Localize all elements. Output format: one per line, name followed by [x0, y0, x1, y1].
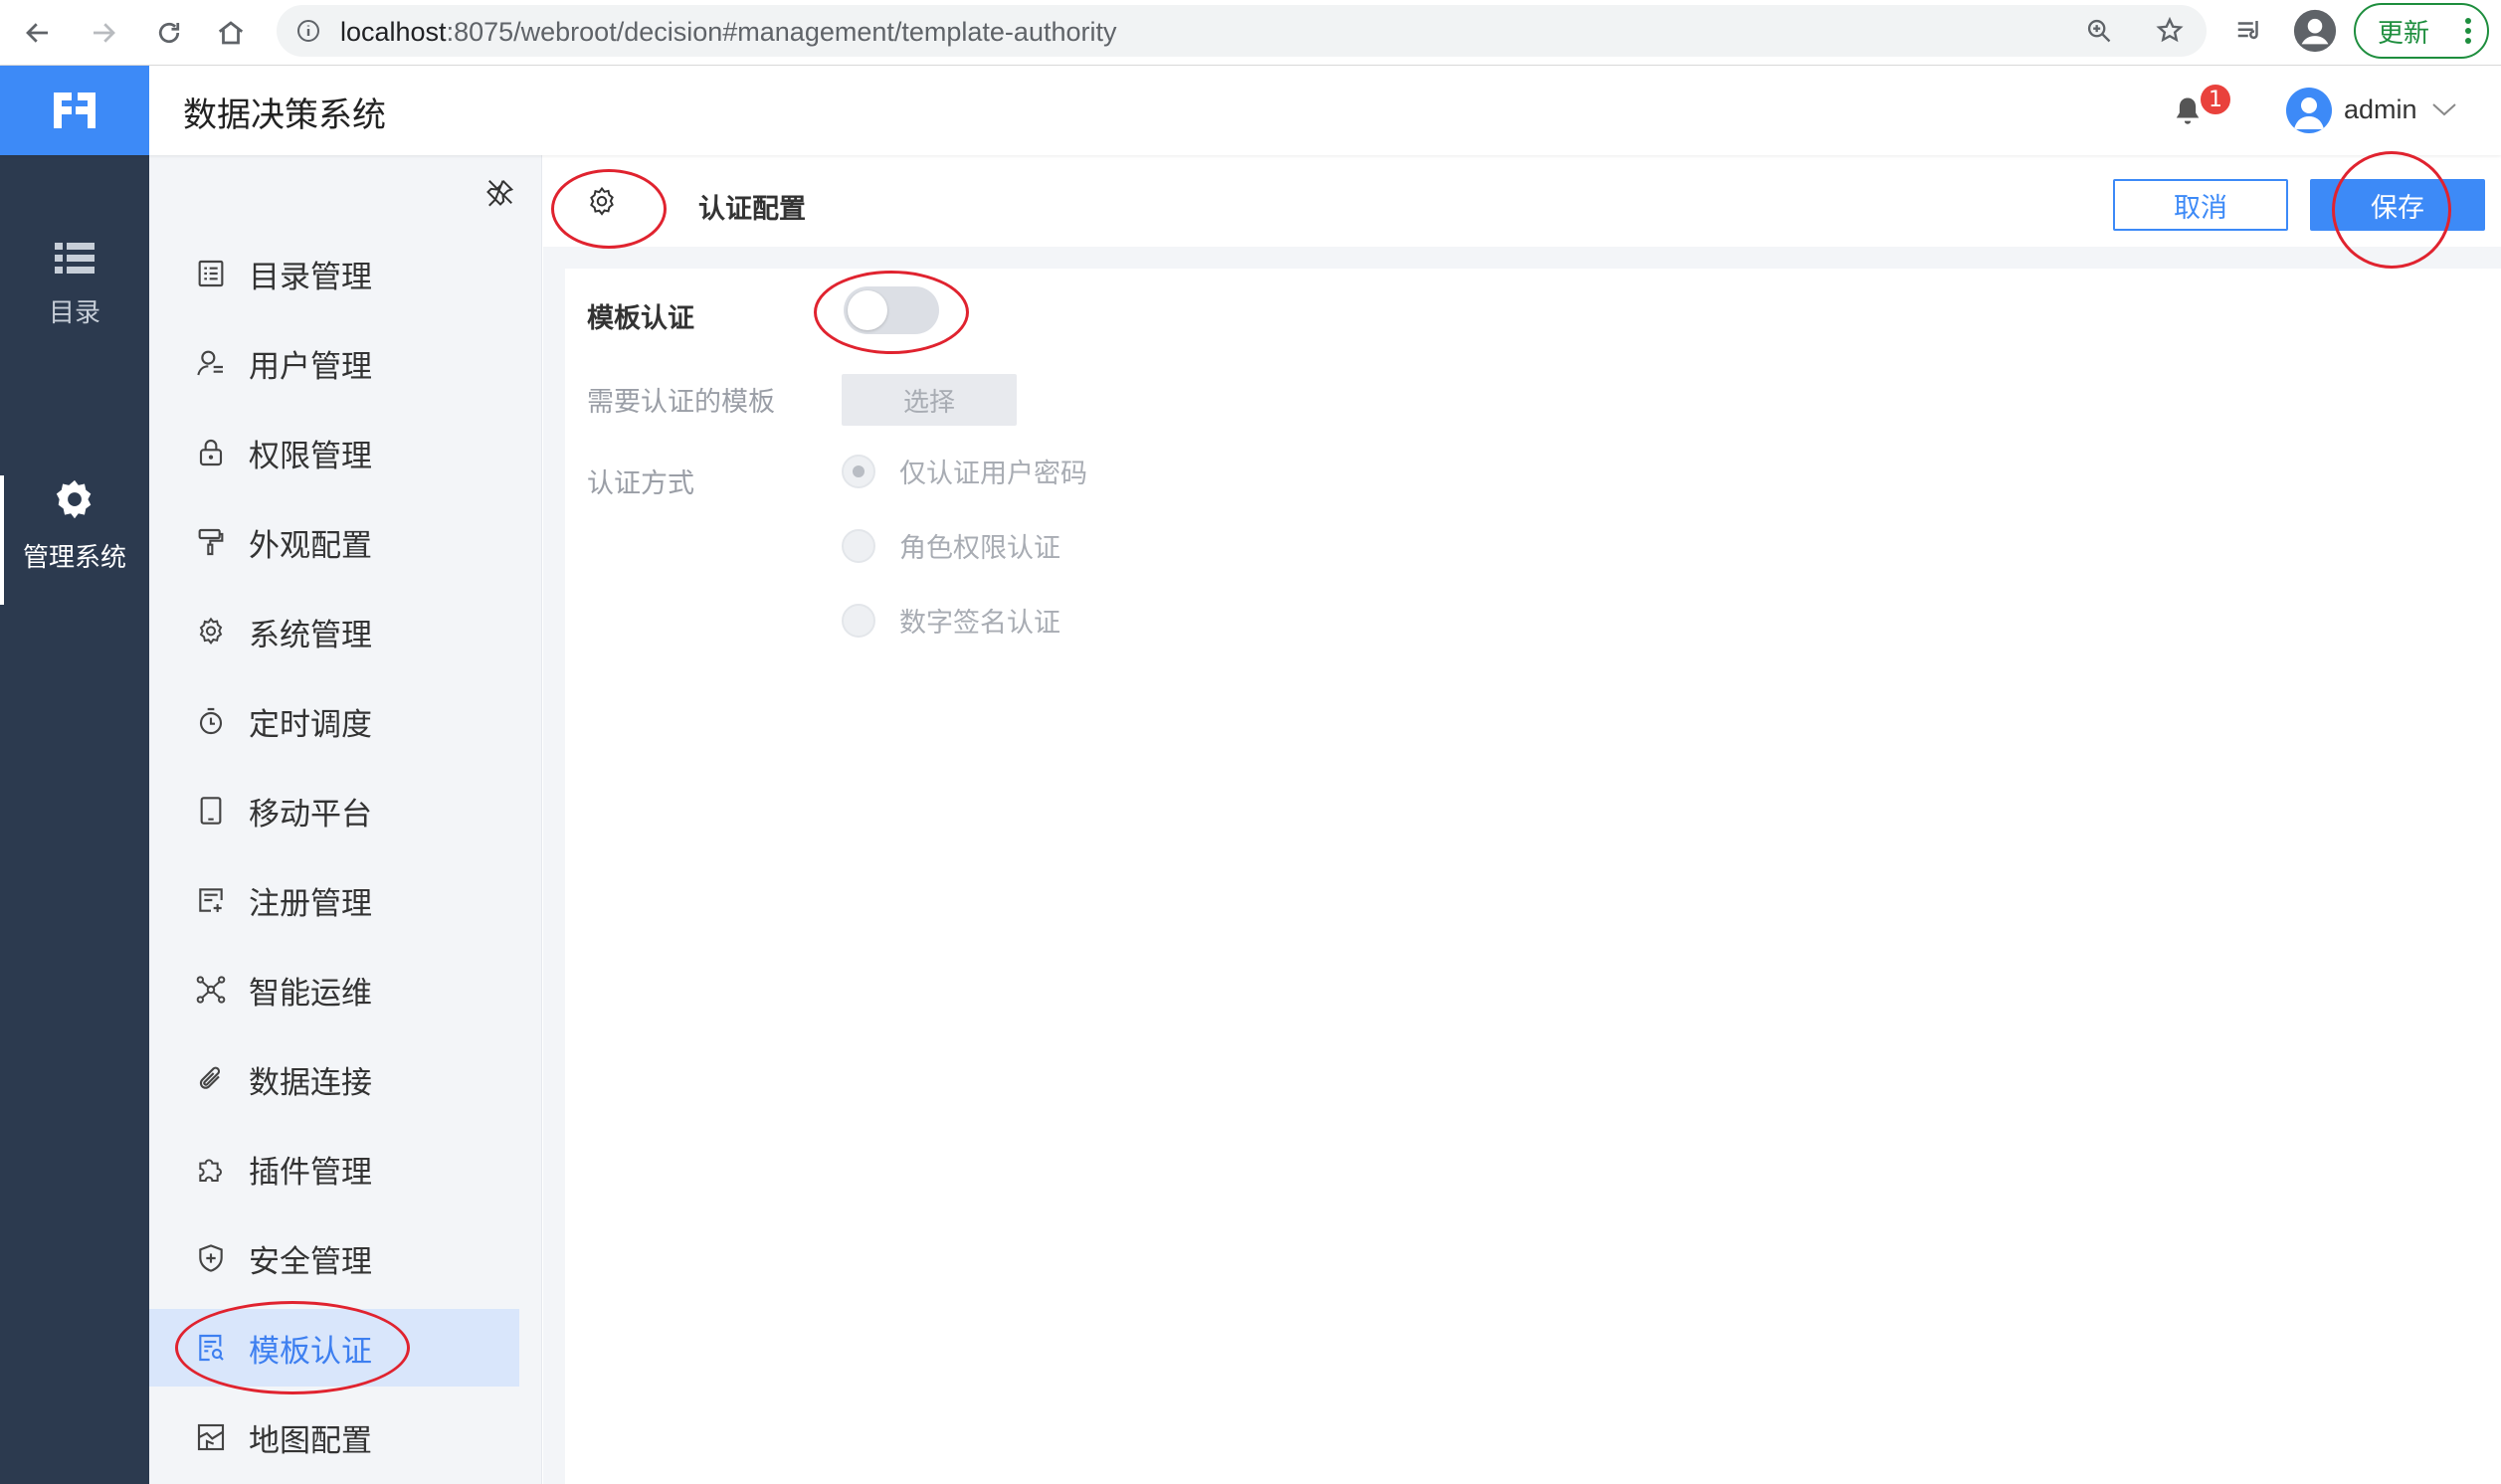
user-icon	[193, 345, 229, 381]
timer-icon	[193, 703, 229, 739]
radio-button[interactable]	[842, 528, 875, 563]
sidebar-item-label: 地图配置	[249, 1422, 372, 1459]
url-path: :8075/webroot/decision#management/templa…	[446, 17, 1117, 47]
sidebar-item-appearance[interactable]: 外观配置	[149, 503, 519, 581]
zoom-icon[interactable]	[2085, 17, 2113, 45]
sidebar-item-schedule[interactable]: 定时调度	[149, 682, 519, 760]
app-title: 数据决策系统	[183, 95, 386, 135]
sidebar-item-data-connection[interactable]: 数据连接	[149, 1040, 519, 1118]
radio-button[interactable]	[842, 454, 875, 488]
update-button[interactable]: 更新	[2354, 3, 2489, 59]
unpin-icon[interactable]	[485, 177, 515, 207]
logo-icon	[54, 93, 96, 128]
reload-icon[interactable]	[149, 13, 189, 53]
radio-label: 数字签名认证	[899, 608, 1060, 639]
content-toolbar: 认证配置 取消 保存	[543, 155, 2501, 247]
sidebar-item-system[interactable]: 系统管理	[149, 593, 519, 670]
media-queue-icon[interactable]	[2232, 16, 2266, 46]
sidebar: 目录管理 用户管理 权限管理 外观配置 系统管理 定时调度 移动平台 注册管理 …	[149, 155, 542, 1484]
home-icon[interactable]	[211, 13, 251, 53]
settings-panel: 模板认证 需要认证的模板 选择 认证方式 仅认证用户密码 角色权限认证 数字签名…	[565, 269, 2501, 1484]
sidebar-item-security[interactable]: 安全管理	[149, 1219, 519, 1297]
gear-icon	[56, 479, 92, 519]
main-content: 认证配置 取消 保存 模板认证 需要认证的模板 选择 认证方式 仅认证用户密码 …	[543, 155, 2501, 1484]
lock-icon	[193, 435, 229, 470]
info-icon[interactable]	[296, 19, 320, 43]
browser-toolbar: localhost:8075/webroot/decision#manageme…	[0, 0, 2501, 66]
paint-roller-icon	[193, 524, 229, 560]
notification-badge: 1	[2199, 83, 2232, 116]
shield-icon	[193, 1240, 229, 1276]
url-text: localhost:8075/webroot/decision#manageme…	[340, 17, 1116, 48]
sidebar-item-label: 外观配置	[249, 527, 372, 564]
template-auth-label: 模板认证	[587, 303, 694, 334]
catalog-icon	[193, 256, 229, 291]
sidebar-item-label: 系统管理	[249, 617, 372, 653]
sidebar-item-template-auth[interactable]: 模板认证	[149, 1309, 519, 1387]
register-icon	[193, 882, 229, 918]
auth-method-label: 认证方式	[587, 468, 694, 499]
profile-icon[interactable]	[2292, 8, 2338, 54]
toggle-knob	[848, 290, 887, 330]
rail-label: 管理系统	[22, 543, 126, 573]
sidebar-item-label: 用户管理	[249, 348, 372, 385]
tablet-icon	[193, 793, 229, 829]
chevron-down-icon[interactable]	[2431, 101, 2457, 117]
network-icon	[193, 972, 229, 1008]
sidebar-item-catalog[interactable]: 目录管理	[149, 235, 519, 312]
app-logo[interactable]	[0, 66, 149, 155]
bookmark-star-icon[interactable]	[2155, 16, 2185, 46]
template-auth-toggle[interactable]	[844, 286, 939, 334]
settings-gear-icon	[590, 186, 614, 216]
gear-icon	[193, 614, 229, 649]
primary-rail: 目录 管理系统	[0, 155, 149, 1484]
radio-button[interactable]	[842, 603, 875, 638]
user-name[interactable]: admin	[2344, 94, 2417, 125]
sidebar-item-registration[interactable]: 注册管理	[149, 861, 519, 939]
cancel-button[interactable]: 取消	[2113, 179, 2288, 231]
templates-label: 需要认证的模板	[587, 387, 775, 418]
sidebar-item-label: 智能运维	[249, 975, 372, 1012]
url-host: localhost	[340, 17, 447, 47]
sidebar-item-label: 注册管理	[249, 885, 372, 922]
rail-item-catalog[interactable]: 目录	[0, 239, 149, 329]
back-icon[interactable]	[18, 13, 58, 53]
app-header: 数据决策系统 1 admin	[0, 66, 2501, 155]
sidebar-item-label: 安全管理	[249, 1243, 372, 1280]
auth-method-password[interactable]: 仅认证用户密码	[842, 452, 1087, 490]
sidebar-item-label: 模板认证	[249, 1333, 372, 1370]
rail-label: 目录	[48, 298, 100, 328]
sidebar-item-users[interactable]: 用户管理	[149, 324, 519, 402]
paperclip-icon	[193, 1061, 229, 1097]
auth-method-role[interactable]: 角色权限认证	[842, 526, 1060, 565]
map-icon	[193, 1419, 229, 1455]
sidebar-item-label: 插件管理	[249, 1154, 372, 1191]
sidebar-item-ops[interactable]: 智能运维	[149, 951, 519, 1028]
more-vert-icon	[2465, 18, 2471, 48]
sidebar-item-mobile[interactable]: 移动平台	[149, 772, 519, 849]
address-bar[interactable]: localhost:8075/webroot/decision#manageme…	[277, 5, 2207, 57]
save-button[interactable]: 保存	[2310, 179, 2485, 231]
sidebar-item-label: 权限管理	[249, 438, 372, 474]
page-title: 认证配置	[698, 194, 806, 225]
update-label: 更新	[2378, 18, 2430, 49]
radio-label: 仅认证用户密码	[899, 459, 1087, 489]
user-avatar-icon	[2294, 97, 2324, 129]
sidebar-item-label: 定时调度	[249, 706, 372, 743]
sidebar-item-plugins[interactable]: 插件管理	[149, 1130, 519, 1207]
puzzle-icon	[193, 1151, 229, 1187]
list-icon	[55, 243, 95, 274]
template-auth-icon	[193, 1330, 229, 1366]
auth-method-signature[interactable]: 数字签名认证	[842, 601, 1060, 640]
sidebar-item-label: 移动平台	[249, 796, 372, 833]
sidebar-item-map[interactable]: 地图配置	[149, 1398, 519, 1476]
forward-icon[interactable]	[84, 13, 123, 53]
sidebar-item-label: 目录管理	[249, 259, 372, 295]
avatar[interactable]	[2286, 88, 2332, 133]
radio-label: 角色权限认证	[899, 533, 1060, 564]
sidebar-item-label: 数据连接	[249, 1064, 372, 1101]
select-templates-button[interactable]: 选择	[842, 374, 1017, 426]
rail-item-management[interactable]: 管理系统	[0, 475, 149, 605]
sidebar-item-permissions[interactable]: 权限管理	[149, 414, 519, 491]
